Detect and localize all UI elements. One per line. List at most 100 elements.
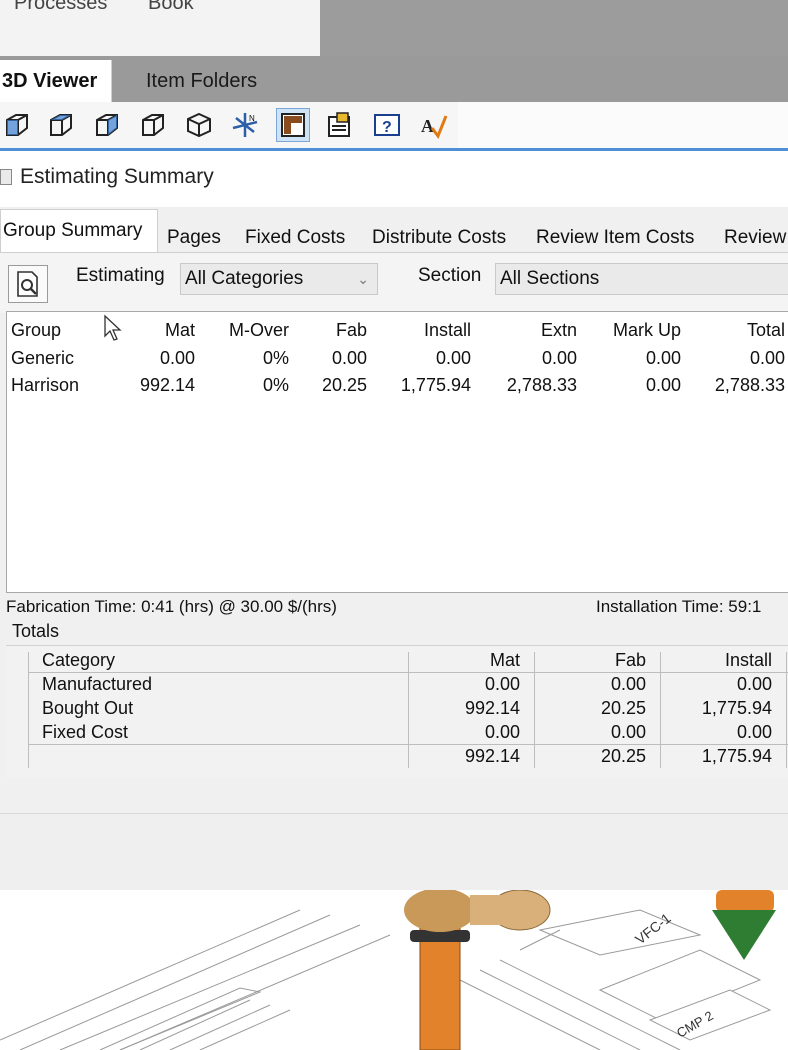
installation-time: Installation Time: 59:1 xyxy=(596,597,762,616)
menu-processes[interactable]: Processes xyxy=(14,0,107,15)
estimating-category-select[interactable]: All Categories ⌄ xyxy=(180,263,378,295)
cube-wire-icon[interactable] xyxy=(136,108,170,142)
model-drawing: VFC-1 CMP 2 xyxy=(0,890,776,1050)
totals-category: Bought Out xyxy=(42,698,134,718)
tab-group-summary[interactable]: Group Summary xyxy=(0,209,158,253)
tab-review-item-costs[interactable]: Review Item Costs xyxy=(536,227,694,249)
cell-m-over: 0% xyxy=(262,348,289,368)
dialog-tabs: Group Summary Pages Fixed Costs Distribu… xyxy=(0,209,788,253)
cube-front-icon[interactable] xyxy=(0,108,34,142)
help-icon[interactable]: ? xyxy=(370,108,404,142)
totals-mat: 0.00 xyxy=(484,674,520,694)
menu-book[interactable]: Book xyxy=(148,0,194,15)
totals-label: Totals xyxy=(12,621,60,641)
divider xyxy=(408,652,409,768)
totals-mat: 992.14 xyxy=(464,698,520,718)
totals-category: Fixed Cost xyxy=(42,722,129,742)
cube-3d-icon[interactable] xyxy=(182,108,216,142)
section-label: Section xyxy=(418,265,482,286)
dialog-titlebar: Estimating Summary xyxy=(0,151,788,207)
svg-text:?: ? xyxy=(382,119,392,136)
col-header-mat[interactable]: Mat xyxy=(117,320,195,341)
estimating-label: Estimating xyxy=(76,265,165,286)
tab-pages[interactable]: Pages xyxy=(167,227,221,249)
section-select[interactable]: All Sections xyxy=(495,263,788,295)
toolbar-blank xyxy=(458,102,788,149)
col-header-group[interactable]: Group xyxy=(11,320,61,341)
divider xyxy=(534,652,535,768)
totals-install: 1,775.94 xyxy=(701,698,772,718)
svg-text:A: A xyxy=(421,116,434,136)
fabrication-time: Fabrication Time: 0:41 (hrs) @ 30.00 $/(… xyxy=(6,597,337,616)
cell-mark-up: 0.00 xyxy=(645,348,681,368)
divider xyxy=(28,672,788,673)
group-summary-table: Group Mat M-Over Fab Install Extn Mark U… xyxy=(6,311,788,593)
section-value: All Sections xyxy=(500,268,600,289)
totals-header-fab: Fab xyxy=(614,650,646,670)
background-panel xyxy=(320,0,788,56)
totals-sum-mat: 992.14 xyxy=(464,746,520,766)
3d-viewport[interactable]: VFC-1 CMP 2 xyxy=(0,890,788,1050)
properties-icon[interactable] xyxy=(322,108,356,142)
tab-fixed-costs[interactable]: Fixed Costs xyxy=(245,227,345,249)
col-header-m-over[interactable]: M-Over xyxy=(207,320,289,341)
cell-install: 1,775.94 xyxy=(400,375,471,395)
col-header-mark-up[interactable]: Mark Up xyxy=(587,320,681,341)
col-header-install[interactable]: Install xyxy=(377,320,471,341)
totals-install: 0.00 xyxy=(736,722,772,742)
divider xyxy=(28,652,29,768)
print-preview-button[interactable] xyxy=(8,265,48,303)
totals-table: Category Mat Fab Install Manufactured 0.… xyxy=(6,645,788,778)
cell-group: Harrison xyxy=(11,375,80,395)
totals-fab: 20.25 xyxy=(600,698,646,718)
axis-icon[interactable]: N xyxy=(228,108,262,142)
viewer-tab-strip xyxy=(0,56,788,102)
col-header-total[interactable]: Total xyxy=(691,320,785,341)
tab-distribute-costs[interactable]: Distribute Costs xyxy=(372,227,506,249)
cell-mat: 992.14 xyxy=(139,375,195,395)
preview-icon xyxy=(17,271,38,297)
totals-install: 0.00 xyxy=(736,674,772,694)
cube-iso-icon[interactable] xyxy=(44,108,78,142)
cell-mark-up: 0.00 xyxy=(645,375,681,395)
totals-category: Manufactured xyxy=(42,674,153,694)
cube-side-icon[interactable] xyxy=(90,108,124,142)
totals-sum-fab: 20.25 xyxy=(600,746,646,766)
divider xyxy=(660,652,661,768)
filter-bar: Estimating All Categories ⌄ Section All … xyxy=(0,253,788,313)
cell-group: Generic xyxy=(11,348,75,368)
cell-total: 0.00 xyxy=(749,348,785,368)
totals-header-mat: Mat xyxy=(489,650,520,670)
cell-fab: 20.25 xyxy=(321,375,367,395)
col-header-extn[interactable]: Extn xyxy=(483,320,577,341)
tab-item-folders[interactable]: Item Folders xyxy=(132,60,271,102)
layout-icon[interactable] xyxy=(276,108,310,142)
totals-header-category: Category xyxy=(42,650,116,670)
totals-sum-install: 1,775.94 xyxy=(701,746,772,766)
cell-extn: 0.00 xyxy=(541,348,577,368)
cell-mat: 0.00 xyxy=(159,348,195,368)
dialog-title: Estimating Summary xyxy=(20,165,214,188)
divider xyxy=(28,744,788,745)
dialog-icon xyxy=(0,169,12,185)
menu-bar: Processes Book xyxy=(0,0,320,57)
divider xyxy=(786,652,787,768)
dialog-footer xyxy=(0,813,788,891)
tab-3d-viewer[interactable]: 3D Viewer xyxy=(0,60,113,102)
svg-text:N: N xyxy=(249,114,255,123)
totals-header-install: Install xyxy=(724,650,772,670)
totals-fab: 0.00 xyxy=(610,674,646,694)
chevron-down-icon: ⌄ xyxy=(357,271,369,287)
cell-fab: 0.00 xyxy=(331,348,367,368)
col-header-fab[interactable]: Fab xyxy=(297,320,367,341)
estimating-summary-dialog: Estimating Summary Group Summary Pages F… xyxy=(0,148,788,891)
totals-fab: 0.00 xyxy=(610,722,646,742)
cell-m-over: 0% xyxy=(262,375,289,395)
spell-icon[interactable]: A xyxy=(416,108,450,142)
mouse-cursor-icon xyxy=(104,314,122,341)
cell-total: 2,788.33 xyxy=(714,375,785,395)
cell-install: 0.00 xyxy=(435,348,471,368)
tab-review[interactable]: Review xyxy=(724,227,786,249)
estimating-category-value: All Categories xyxy=(185,268,304,289)
cell-extn: 2,788.33 xyxy=(506,375,577,395)
